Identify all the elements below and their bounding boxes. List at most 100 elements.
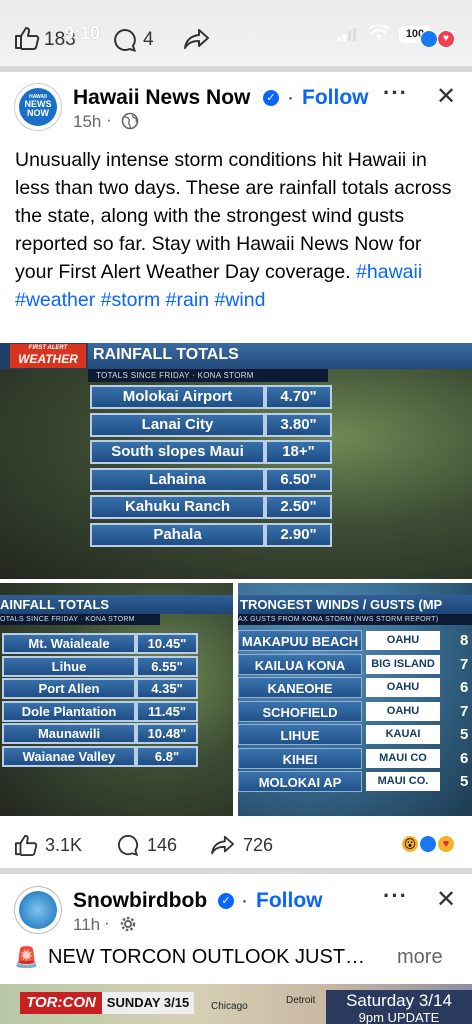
signal-icon (338, 27, 358, 41)
globe-icon (121, 112, 139, 130)
rainfall-value: 4.70" (265, 385, 332, 409)
wind-location: LIHUE (238, 724, 362, 745)
more-options-icon[interactable]: ··· (383, 80, 408, 106)
wind-region: OAHU (366, 701, 440, 721)
comments-count[interactable]: 146 (147, 835, 177, 856)
graphic-subtitle: OTALS SINCE FRIDAY · KONA STORM (0, 614, 160, 625)
top-reaction-bar: 183 9:10 4 100 ♥ (0, 0, 472, 66)
post-time: 15h (73, 112, 102, 131)
rainfall-location: Waianae Valley (2, 745, 136, 767)
first-alert-weather-badge: FIRST ALERT WEATHER (10, 344, 86, 368)
wind-value: 6 (460, 679, 469, 696)
likes-count[interactable]: 3.1K (45, 835, 82, 856)
snowbird-logo (19, 891, 57, 929)
rainfall-location: Lahaina (90, 467, 265, 492)
share-button-icon[interactable] (210, 834, 236, 856)
wind-location: MOLOKAI AP (238, 771, 362, 792)
wind-region: BIG ISLAND (366, 654, 440, 674)
wind-value: 7 (460, 655, 469, 673)
wifi-icon (369, 25, 389, 41)
like-reaction-icon (420, 30, 438, 48)
comment-icon[interactable] (112, 27, 138, 53)
rainfall-location: Lihue (2, 655, 136, 677)
graphic-subtitle: TOTALS SINCE FRIDAY · KONA STORM (88, 369, 328, 382)
torcon-date: SUNDAY 3/15 (102, 992, 194, 1014)
hashtag-rain[interactable]: #rain (166, 289, 209, 311)
wind-value: 6 (460, 749, 469, 767)
like-reaction-icon (418, 834, 438, 854)
hawaii-news-now-avatar[interactable]: HAWAII NEWS NOW (14, 83, 62, 131)
rainfall-location: Molokai Airport (90, 385, 265, 409)
wind-region: KAUAI (366, 725, 440, 744)
rainfall-value: 18+" (265, 440, 332, 464)
wind-value: 5 (460, 726, 469, 743)
wind-location: KAILUA KONA (238, 653, 362, 675)
rainfall-location: Mt. Waialeale (2, 633, 136, 654)
post-author-name[interactable]: Snowbirdbob (73, 889, 207, 913)
graphic-title: TRONGEST WINDS / GUSTS (MP (238, 595, 472, 614)
hnn-logo: HAWAII NEWS NOW (19, 88, 57, 126)
rainfall-location: Pahala (90, 522, 265, 547)
dot-separator: · (106, 110, 112, 129)
like-button-icon[interactable] (14, 834, 38, 856)
gear-icon (119, 915, 137, 933)
hashtag-hawaii[interactable]: #hawaii (356, 261, 422, 283)
hashtag-weather[interactable]: #weather (15, 289, 95, 311)
close-icon[interactable]: ✕ (436, 885, 456, 914)
map-city-label: Chicago (211, 1001, 248, 1012)
more-options-icon[interactable]: ··· (383, 883, 408, 909)
close-icon[interactable]: ✕ (436, 82, 456, 111)
wind-location: KIHEI (238, 747, 362, 769)
wow-reaction-icon: 😮 (400, 834, 420, 854)
rainfall-value: 2.90" (265, 522, 332, 547)
map-city-label: Detroit (286, 995, 316, 1006)
hashtag-storm[interactable]: #storm (101, 289, 161, 311)
see-more-link[interactable]: more (397, 946, 443, 969)
verified-icon: ✓ (218, 893, 234, 909)
post-time: 11h (73, 915, 101, 934)
dot-separator: · (241, 889, 248, 912)
post-body: Unusually intense storm conditions hit H… (15, 146, 461, 314)
follow-button[interactable]: Follow (302, 86, 369, 110)
rainfall-location: Lanai City (90, 412, 265, 437)
siren-icon: 🚨 (14, 947, 39, 969)
post2-text: NEW TORCON OUTLOOK JUST… (48, 946, 366, 968)
rainfall-value: 3.80" (265, 412, 332, 437)
graphic-title: AINFALL TOTALS (0, 595, 233, 614)
divider (0, 868, 472, 874)
rainfall-totals-graphic-2[interactable]: AINFALL TOTALS OTALS SINCE FRIDAY · KONA… (0, 583, 233, 816)
wind-region: OAHU (366, 631, 440, 650)
wind-location: KANEOHE (238, 677, 362, 698)
rainfall-value: 11.45" (136, 700, 198, 722)
strongest-winds-graphic[interactable]: TRONGEST WINDS / GUSTS (MP AX GUSTS FROM… (238, 583, 472, 816)
snowbirdbob-avatar[interactable] (14, 886, 62, 934)
like-icon[interactable] (14, 26, 40, 50)
comment-count: 4 (143, 29, 154, 50)
share-icon[interactable] (183, 27, 211, 51)
verified-icon: ✓ (263, 90, 279, 106)
rainfall-value: 4.35" (136, 678, 198, 699)
rainfall-value: 6.50" (265, 467, 332, 492)
rainfall-location: Port Allen (2, 678, 136, 699)
rainfall-value: 2.50" (265, 495, 332, 519)
torcon-preview-image[interactable]: TOR:CON SUNDAY 3/15 Chicago Detroit Satu… (0, 984, 472, 1024)
care-reaction-icon: ♥ (436, 834, 456, 854)
wind-region: OAHU (366, 678, 440, 697)
dot-separator: · (104, 913, 110, 932)
graphic-title: RAINFALL TOTALS (88, 343, 472, 369)
follow-button[interactable]: Follow (256, 889, 323, 913)
post-author-name[interactable]: Hawaii News Now (73, 86, 250, 110)
rainfall-totals-graphic[interactable]: FIRST ALERT WEATHER RAINFALL TOTALS TOTA… (0, 343, 472, 579)
dot-separator: · (287, 86, 294, 109)
wind-value: 7 (460, 702, 469, 720)
rainfall-location: Dole Plantation (2, 700, 136, 722)
hashtag-wind[interactable]: #wind (214, 289, 265, 311)
rainfall-location: Kahuku Ranch (90, 495, 265, 519)
shares-count[interactable]: 726 (243, 835, 273, 856)
status-time: 9:10 (64, 23, 101, 43)
wind-location: SCHOFIELD (238, 700, 362, 722)
rainfall-value: 6.8" (136, 745, 198, 767)
torcon-brand: TOR:CON (20, 992, 102, 1014)
graphic-subtitle: AX GUSTS FROM KONA STORM (NWS STORM REPO… (238, 614, 472, 625)
comment-button-icon[interactable] (116, 833, 140, 857)
